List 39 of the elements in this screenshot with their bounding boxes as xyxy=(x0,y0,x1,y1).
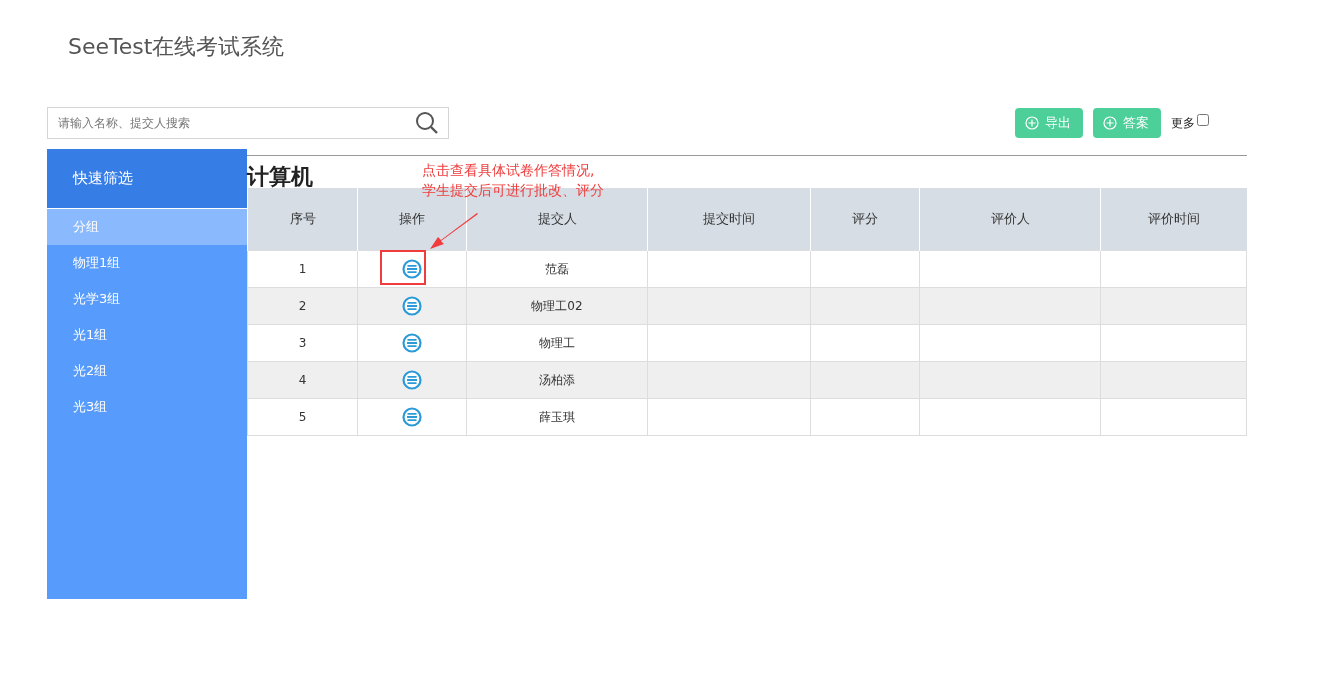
sidebar-item[interactable]: 光1组 xyxy=(47,317,247,353)
list-icon[interactable] xyxy=(402,407,422,427)
sidebar-item[interactable]: 光3组 xyxy=(47,389,247,425)
action-button[interactable]: 导出 xyxy=(1015,108,1083,138)
more-checkbox[interactable] xyxy=(1197,114,1209,126)
sidebar-item[interactable]: 光2组 xyxy=(47,353,247,389)
sidebar-item[interactable]: 光学3组 xyxy=(47,281,247,317)
table-cell: 薛玉琪 xyxy=(466,398,648,436)
column-header: 评价时间 xyxy=(1100,188,1247,251)
column-header: 序号 xyxy=(247,188,358,251)
annotation-text: 点击查看具体试卷作答情况, 学生提交后可进行批改、评分 xyxy=(422,161,604,200)
table-cell: 4 xyxy=(247,361,358,399)
column-header: 提交时间 xyxy=(647,188,811,251)
table-cell: 1 xyxy=(247,250,358,288)
more-label: 更多 xyxy=(1171,114,1195,132)
plus-circle-icon xyxy=(1025,116,1039,130)
list-icon[interactable] xyxy=(402,296,422,316)
sidebar-item[interactable]: 分组 xyxy=(47,209,247,245)
column-header: 评分 xyxy=(810,188,920,251)
plus-circle-icon xyxy=(1103,116,1117,130)
app-title: SeeTest在线考试系统 xyxy=(67,33,286,61)
list-icon[interactable] xyxy=(402,333,422,353)
list-icon[interactable] xyxy=(402,370,422,390)
table-cell: 物理工 xyxy=(466,324,648,362)
sidebar-item[interactable]: 物理1组 xyxy=(47,245,247,281)
table-cell: 汤柏添 xyxy=(466,361,648,399)
search-field[interactable]: 请输入名称、提交人搜索 xyxy=(47,107,449,139)
table-cell: 3 xyxy=(247,324,358,362)
table-cell: 2 xyxy=(247,287,358,325)
action-button[interactable]: 答案 xyxy=(1093,108,1161,138)
table-cell: 范磊 xyxy=(466,250,648,288)
list-icon[interactable] xyxy=(402,259,422,279)
column-header: 评价人 xyxy=(919,188,1101,251)
table-cell: 5 xyxy=(247,398,358,436)
section-title: 计算机 xyxy=(247,163,313,188)
sidebar-header: 快速筛选 xyxy=(47,149,247,209)
search-icon[interactable] xyxy=(415,111,439,135)
table-cell: 物理工02 xyxy=(466,287,648,325)
arrow-icon xyxy=(428,213,478,250)
